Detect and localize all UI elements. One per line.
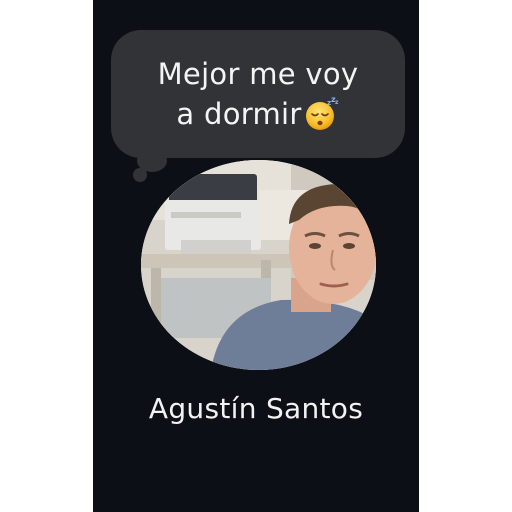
status-line-2-text: a dormir <box>176 97 302 131</box>
contact-name: Agustín Santos <box>148 392 364 425</box>
page-frame: Mejor me voy a dormir z z z Agustín Sant… <box>0 0 512 512</box>
sleeping-face-emoji-icon: z z z <box>304 95 340 132</box>
bubble-tail-dot <box>133 168 147 182</box>
status-line-2: a dormir z z z <box>111 94 405 134</box>
avatar[interactable] <box>141 160 376 370</box>
profile-photo-icon <box>141 160 376 370</box>
status-bubble[interactable]: Mejor me voy a dormir z z z <box>111 30 405 158</box>
contact-card-screen: Mejor me voy a dormir z z z Agustín Sant… <box>93 0 419 512</box>
status-text: Mejor me voy a dormir z z z <box>111 54 405 134</box>
status-line-1: Mejor me voy <box>157 57 359 91</box>
svg-text:z: z <box>335 99 339 106</box>
